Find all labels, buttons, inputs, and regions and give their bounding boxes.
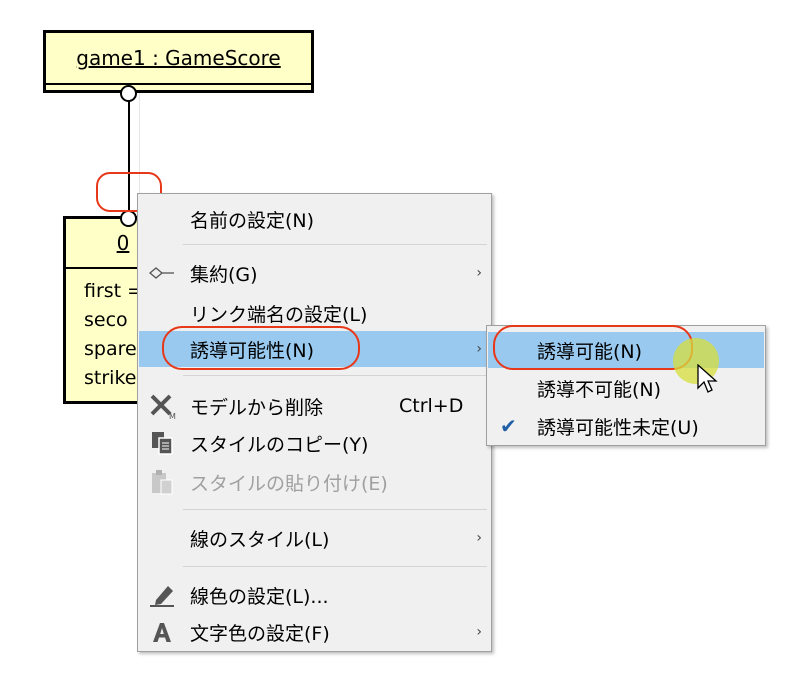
menu-item-line-color[interactable]: 線色の設定(L)...: [139, 577, 490, 613]
shortcut-label: Ctrl+D: [399, 395, 464, 417]
submenu-item-non-navigable[interactable]: 誘導不可能(N): [488, 370, 764, 406]
menu-separator: [183, 566, 487, 567]
submenu-arrow-icon: ›: [476, 265, 482, 281]
menu-item-paste-style[interactable]: スタイルの貼り付け(E): [139, 464, 490, 500]
menu-item-text-color[interactable]: 文字色の設定(F) ›: [139, 614, 490, 650]
game-score-object[interactable]: game1 : GameScore: [43, 30, 314, 93]
object-title: game1 : GameScore: [46, 33, 311, 85]
attr-line: first =: [84, 280, 144, 302]
attr-line: strike: [84, 367, 137, 389]
text-color-icon: [147, 618, 177, 646]
menu-separator: [183, 509, 487, 510]
menu-separator: [183, 375, 487, 376]
mouse-pointer-icon: [697, 363, 721, 402]
copy-style-icon: [147, 429, 177, 457]
checkmark-icon: ✔: [500, 414, 517, 438]
link-end-top[interactable]: [120, 85, 137, 102]
link-end-bottom[interactable]: [120, 210, 137, 227]
menu-item-aggregation[interactable]: 集約(G) ›: [139, 255, 490, 291]
attr-line: seco: [84, 309, 128, 331]
aggregation-diamond-icon: [147, 259, 177, 287]
paste-style-icon: [147, 468, 177, 496]
annotation-oval-submenu-item: [493, 325, 693, 370]
menu-separator: [183, 244, 487, 245]
annotation-oval-menu-item: [162, 326, 360, 370]
menu-item-delete-from-model[interactable]: M モデルから削除 Ctrl+D: [139, 388, 490, 424]
pen-icon: [147, 581, 177, 609]
submenu-item-navigability-unspecified[interactable]: ✔ 誘導可能性未定(U): [488, 408, 764, 444]
delete-x-icon: M: [147, 392, 177, 420]
menu-item-line-style[interactable]: 線のスタイル(L) ›: [139, 520, 490, 556]
menu-item-copy-style[interactable]: スタイルのコピー(Y): [139, 425, 490, 461]
menu-item-set-name[interactable]: 名前の設定(N): [139, 201, 490, 237]
submenu-arrow-icon: ›: [476, 530, 482, 546]
submenu-arrow-icon: ›: [476, 624, 482, 640]
attr-line: spare: [84, 338, 137, 360]
submenu-arrow-icon: ›: [476, 341, 482, 357]
context-menu: 名前の設定(N) 集約(G) › リンク端名の設定(L) 誘導可能性(N) › …: [137, 193, 492, 652]
svg-text:M: M: [169, 412, 176, 420]
object-attributes: first = seco spare strike: [84, 277, 143, 393]
